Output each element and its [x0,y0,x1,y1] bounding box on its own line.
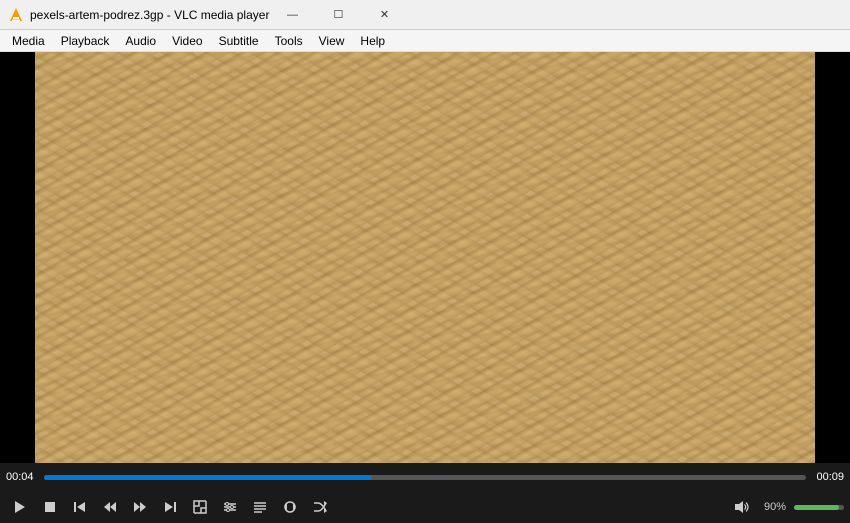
progress-bar[interactable] [44,475,806,480]
extended-icon [222,499,238,515]
volume-bar-fill [794,505,839,510]
menu-audio[interactable]: Audio [117,30,164,52]
menu-video[interactable]: Video [164,30,210,52]
next-button[interactable] [156,493,184,521]
volume-icon [734,499,750,515]
stop-button[interactable] [36,493,64,521]
skip-fwd-icon [132,499,148,515]
black-bar-right [815,52,850,463]
vlc-icon [8,7,24,23]
volume-button[interactable] [728,493,756,521]
skip-fwd-button[interactable] [126,493,154,521]
close-button[interactable]: ✕ [361,0,407,30]
loop-icon [282,499,298,515]
prev-button[interactable] [66,493,94,521]
volume-label: 90% [764,501,786,513]
playlist-icon [252,499,268,515]
progress-row: 00:04 00:09 [6,467,844,487]
prev-icon [72,499,88,515]
random-icon [312,499,328,515]
menu-media[interactable]: Media [4,30,53,52]
next-icon [162,499,178,515]
loop-button[interactable] [276,493,304,521]
play-button[interactable] [6,493,34,521]
menu-help[interactable]: Help [352,30,393,52]
random-button[interactable] [306,493,334,521]
video-area[interactable] [0,52,850,463]
buttons-row: 90% [6,491,844,523]
play-icon [12,499,28,515]
time-total: 00:09 [812,471,844,483]
maximize-button[interactable]: ☐ [315,0,361,30]
window-controls: — ☐ ✕ [269,0,407,30]
title-bar: pexels-artem-podrez.3gp - VLC media play… [0,0,850,30]
menu-tools[interactable]: Tools [267,30,311,52]
time-current: 00:04 [6,471,38,483]
minimize-button[interactable]: — [269,0,315,30]
menu-subtitle[interactable]: Subtitle [211,30,267,52]
playlist-button[interactable] [246,493,274,521]
extended-button[interactable] [216,493,244,521]
menu-bar: Media Playback Audio Video Subtitle Tool… [0,30,850,52]
stop-icon [42,499,58,515]
volume-controls: 90% [728,493,844,521]
black-bar-left [0,52,35,463]
controls-area: 00:04 00:09 [0,463,850,523]
skip-back-icon [102,499,118,515]
menu-view[interactable]: View [311,30,353,52]
skip-back-button[interactable] [96,493,124,521]
volume-bar[interactable] [794,505,844,510]
window-title: pexels-artem-podrez.3gp - VLC media play… [30,8,269,22]
fullscreen-icon [192,499,208,515]
video-content [35,52,815,463]
progress-bar-fill [44,475,372,480]
menu-playback[interactable]: Playback [53,30,118,52]
fullscreen-button[interactable] [186,493,214,521]
